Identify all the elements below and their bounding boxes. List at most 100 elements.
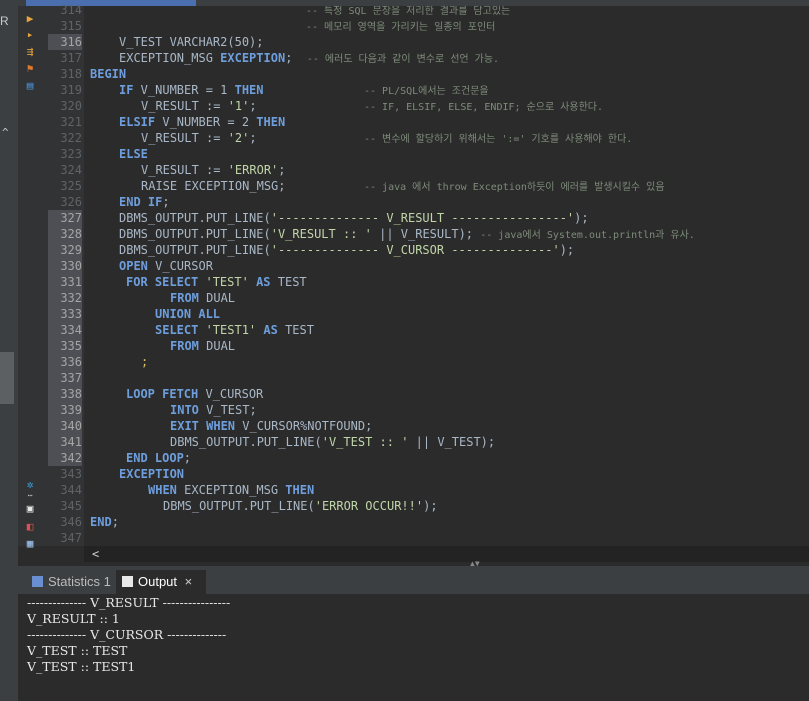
line-number: 316	[48, 34, 82, 50]
side-panel-label: R	[0, 14, 9, 28]
line-number: 330	[48, 258, 82, 274]
code-keyword: FROM	[170, 291, 199, 305]
code-line: V_RESULT := '2';	[141, 130, 257, 146]
code-text: DBMS_OUTPUT.PUT_LINE(	[119, 227, 271, 241]
code-line: BEGIN	[90, 66, 126, 82]
code-line: END IF;	[119, 194, 170, 210]
code-keyword: LOOP FETCH	[126, 387, 199, 401]
code-comment: -- PL/SQL에서는 조건문을	[364, 86, 489, 97]
delete-script-icon[interactable]: ◧	[24, 521, 36, 533]
code-keyword: ELSIF	[119, 115, 156, 129]
code-text: DBMS_OUTPUT.PUT_LINE(	[170, 435, 322, 449]
editor-gutter-toolbar: ▶ ▸ ⇶ ⚑ ▤ ✲ ⋯ ▣ ◧ ▦	[18, 6, 44, 550]
code-text: ;	[278, 163, 286, 177]
code-text: V_CURSOR%NOTFOUND;	[235, 419, 373, 433]
line-number: 317	[60, 51, 82, 65]
output-line: V_RESULT :: 1	[27, 611, 120, 626]
tab-statistics-label: Statistics 1	[48, 574, 111, 589]
line-number: 331	[48, 274, 82, 290]
code-text: ;	[285, 51, 307, 65]
line-number-gutter: 314 315 316 317 318 319 320 321 322 323 …	[44, 3, 84, 546]
code-line: IF V_NUMBER = 1 THEN	[119, 82, 264, 98]
line-number: 327	[48, 210, 82, 226]
code-keyword: ELSE	[119, 147, 148, 161]
line-number: 335	[48, 338, 82, 354]
close-tab-icon[interactable]: ×	[185, 574, 193, 589]
tab-statistics[interactable]: Statistics 1	[26, 570, 114, 594]
format-sql-icon[interactable]: ▤	[24, 80, 36, 92]
code-text: DBMS_OUTPUT.PUT_LINE(	[119, 243, 271, 257]
code-text: V_RESULT :=	[141, 99, 228, 113]
line-number: 314	[60, 3, 82, 17]
code-line: ELSE	[119, 146, 148, 162]
code-text: DBMS_OUTPUT.PUT_LINE(	[163, 499, 315, 513]
code-keyword: END LOOP	[126, 451, 184, 465]
code-keyword: EXCEPTION	[119, 467, 185, 481]
code-text: V_RESULT :=	[141, 131, 228, 145]
code-line: DBMS_OUTPUT.PUT_LINE('V_TEST :: ' || V_T…	[170, 434, 495, 450]
line-number: 325	[60, 179, 82, 193]
code-line: DBMS_OUTPUT.PUT_LINE('-------------- V_C…	[119, 242, 574, 258]
execute-step-icon[interactable]: ▸	[24, 29, 36, 41]
code-line: RAISE EXCEPTION_MSG;	[141, 178, 286, 194]
code-string: 'ERROR'	[227, 163, 279, 177]
code-text: );	[559, 243, 575, 257]
code-comment: -- 에러도 다음과 같이 변수로 선언 가능.	[306, 54, 500, 65]
code-text: EXCEPTION_MSG	[119, 51, 221, 65]
collapse-caret-icon[interactable]: ^	[2, 126, 9, 139]
code-line: -- PL/SQL에서는 조건문을	[364, 82, 489, 98]
line-number: 347	[60, 531, 82, 545]
result-panel-tabs: Statistics 1 Output ×	[18, 566, 809, 595]
explain-plan-icon[interactable]: ⚑	[24, 63, 36, 75]
code-string: 'V_RESULT :: '	[270, 227, 372, 241]
code-line: FROM DUAL	[170, 338, 235, 354]
code-comment: -- 메모리 영역을 가리키는 일종의 포인터	[306, 22, 496, 33]
code-text: V_TEST VARCHAR2(50);	[119, 35, 264, 49]
code-string: '2'	[227, 131, 250, 145]
line-number: 319	[60, 83, 82, 97]
code-text: DUAL	[198, 339, 236, 353]
code-line: EXIT WHEN V_CURSOR%NOTFOUND;	[170, 418, 372, 434]
code-line: END LOOP;	[126, 450, 191, 466]
export-icon[interactable]: ▦	[24, 538, 36, 550]
more-dots-icon[interactable]: ⋯	[24, 490, 36, 502]
code-line: INTO V_TEST;	[170, 402, 257, 418]
line-number: 332	[48, 290, 82, 306]
code-keyword: AS	[248, 275, 271, 289]
code-line: WHEN EXCEPTION_MSG THEN	[148, 482, 314, 498]
line-number: 324	[60, 163, 82, 177]
execute-statement-icon[interactable]: ▶	[24, 13, 36, 25]
new-script-icon[interactable]: ▣	[24, 503, 36, 515]
code-string: '1'	[227, 99, 250, 113]
code-keyword: EXCEPTION	[220, 51, 286, 65]
code-line: -- 변수에 할당하기 위해서는 ':=' 기호를 사용해야 한다.	[364, 130, 632, 146]
output-line: V_TEST :: TEST1	[27, 659, 136, 674]
code-comment: -- IF, ELSIF, ELSE, ENDIF; 순으로 사용한다.	[364, 102, 603, 113]
horizontal-scrollbar[interactable]: <	[84, 546, 809, 562]
code-comment: -- java에서 System.out.println과 유사.	[480, 230, 695, 241]
output-console: -------------- V_RESULT ----------------…	[18, 595, 809, 701]
code-string: 'TEST1'	[205, 323, 257, 337]
code-keyword: IF	[119, 83, 134, 97]
code-string: 'ERROR OCCUR!!'	[314, 499, 424, 513]
sql-code-editor[interactable]: -- 특정 SQL 문장을 저리한 결과를 담고있는 -- 메모리 영역을 가리…	[84, 6, 809, 546]
line-number: 339	[48, 402, 82, 418]
code-text: || V_TEST);	[408, 435, 496, 449]
code-text: RAISE EXCEPTION_MSG;	[141, 179, 286, 193]
code-text: V_CURSOR	[147, 259, 213, 273]
scroll-left-arrow-icon[interactable]: <	[92, 546, 99, 562]
code-string: 'V_TEST :: '	[321, 435, 409, 449]
code-line: -- IF, ELSIF, ELSE, ENDIF; 순으로 사용한다.	[364, 98, 603, 114]
code-text: DUAL	[198, 291, 236, 305]
code-keyword: THEN	[234, 83, 264, 97]
side-selection-block	[0, 352, 14, 404]
code-keyword: THEN	[256, 115, 286, 129]
code-line: FOR SELECT 'TEST' AS TEST	[126, 274, 307, 290]
code-keyword: OPEN	[119, 259, 148, 273]
line-number: 323	[60, 147, 82, 161]
code-text: ;	[249, 99, 257, 113]
execute-script-icon[interactable]: ⇶	[24, 46, 36, 58]
line-number: 341	[48, 434, 82, 450]
tab-output[interactable]: Output ×	[116, 570, 206, 594]
code-keyword: END	[90, 515, 112, 529]
